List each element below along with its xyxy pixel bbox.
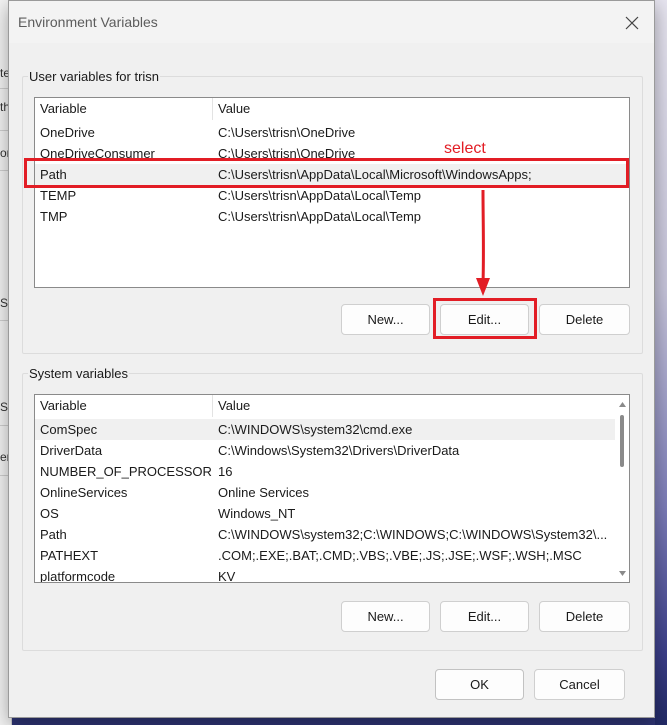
variable-value-cell: 16: [218, 464, 233, 479]
variable-value-cell: Online Services: [218, 485, 310, 500]
list-header: Variable Value: [35, 98, 629, 120]
table-row-selected[interactable]: ComSpec C:\WINDOWS\system32\cmd.exe: [35, 419, 617, 440]
ok-button[interactable]: OK: [435, 669, 524, 700]
annotation-label: select: [444, 140, 486, 157]
variable-value-cell: C:\Users\trisn\OneDrive: [218, 146, 356, 161]
variable-name-cell: OneDriveConsumer: [40, 146, 155, 161]
variable-value-cell: Windows_NT: [218, 506, 296, 521]
user-delete-button[interactable]: Delete: [539, 304, 630, 335]
vertical-scrollbar[interactable]: [615, 395, 629, 582]
variable-value-cell: C:\Users\trisn\AppData\Local\Temp: [218, 209, 422, 224]
variable-value-cell: .COM;.EXE;.BAT;.CMD;.VBS;.VBE;.JS;.JSE;.…: [218, 548, 582, 563]
variable-name-cell: OneDrive: [40, 125, 95, 140]
table-row[interactable]: OnlineServices Online Services: [35, 482, 617, 503]
title-bar: Environment Variables: [9, 1, 654, 43]
variable-value-cell: C:\Users\trisn\AppData\Local\Temp: [218, 188, 422, 203]
variable-name-cell: OS: [40, 506, 59, 521]
table-row[interactable]: OS Windows_NT: [35, 503, 617, 524]
table-row-selected[interactable]: Path C:\Users\trisn\AppData\Local\Micros…: [35, 164, 629, 185]
desktop-wallpaper: [655, 0, 667, 725]
close-button[interactable]: [618, 9, 646, 37]
variable-name-cell: NUMBER_OF_PROCESSORS: [40, 464, 212, 479]
system-variables-label: System variables: [28, 366, 129, 381]
variable-value-cell: C:\WINDOWS\system32\cmd.exe: [218, 422, 413, 437]
variable-name-cell: OnlineServices: [40, 485, 128, 500]
user-new-button[interactable]: New...: [341, 304, 430, 335]
system-delete-button[interactable]: Delete: [539, 601, 630, 632]
close-icon: [625, 16, 639, 30]
dialog-title: Environment Variables: [18, 14, 158, 30]
table-row[interactable]: DriverData C:\Windows\System32\Drivers\D…: [35, 440, 617, 461]
variable-name-cell: platformcode: [40, 569, 116, 583]
table-row[interactable]: NUMBER_OF_PROCESSORS 16: [35, 461, 617, 482]
table-row[interactable]: OneDriveConsumer C:\Users\trisn\OneDrive: [35, 143, 629, 164]
variable-value-cell: C:\Users\trisn\OneDrive: [218, 125, 356, 140]
variable-name-cell: Path: [40, 167, 67, 182]
system-new-button[interactable]: New...: [341, 601, 430, 632]
table-row[interactable]: TMP C:\Users\trisn\AppData\Local\Temp: [35, 206, 629, 227]
variable-name-cell: PATHEXT: [40, 548, 99, 563]
variable-name-cell: TEMP: [40, 188, 77, 203]
column-header-variable[interactable]: Variable: [35, 395, 212, 417]
table-row[interactable]: TEMP C:\Users\trisn\AppData\Local\Temp: [35, 185, 629, 206]
column-header-value[interactable]: Value: [212, 98, 629, 120]
cancel-button[interactable]: Cancel: [534, 669, 625, 700]
system-variables-list[interactable]: Variable Value ComSpec C:\WINDOWS\system…: [34, 394, 630, 583]
list-header: Variable Value: [35, 395, 617, 417]
user-variables-list[interactable]: Variable Value OneDrive C:\Users\trisn\O…: [34, 97, 630, 288]
table-row[interactable]: OneDrive C:\Users\trisn\OneDrive: [35, 122, 629, 143]
variable-name-cell: Path: [40, 527, 67, 542]
variable-value-cell: C:\Users\trisn\AppData\Local\Microsoft\W…: [218, 167, 532, 182]
user-variables-label: User variables for trisn: [28, 69, 161, 84]
variable-name-cell: TMP: [40, 209, 68, 224]
environment-variables-dialog: Environment Variables User variables for…: [8, 0, 655, 718]
system-edit-button[interactable]: Edit...: [440, 601, 529, 632]
user-edit-button[interactable]: Edit...: [440, 304, 529, 335]
table-row[interactable]: PATHEXT .COM;.EXE;.BAT;.CMD;.VBS;.VBE;.J…: [35, 545, 617, 566]
variable-value-cell: KV: [218, 569, 236, 583]
scrollbar-thumb[interactable]: [620, 415, 624, 467]
scroll-down-arrow-icon[interactable]: [615, 566, 629, 580]
variable-value-cell: C:\Windows\System32\Drivers\DriverData: [218, 443, 460, 458]
column-header-value[interactable]: Value: [212, 395, 617, 417]
variable-name-cell: DriverData: [40, 443, 103, 458]
scroll-up-arrow-icon[interactable]: [615, 397, 629, 411]
variable-value-cell: C:\WINDOWS\system32;C:\WINDOWS;C:\WINDOW…: [218, 527, 608, 542]
table-row[interactable]: Path C:\WINDOWS\system32;C:\WINDOWS;C:\W…: [35, 524, 617, 545]
table-row[interactable]: platformcode KV: [35, 566, 617, 583]
variable-name-cell: ComSpec: [40, 422, 98, 437]
column-header-variable[interactable]: Variable: [35, 98, 212, 120]
